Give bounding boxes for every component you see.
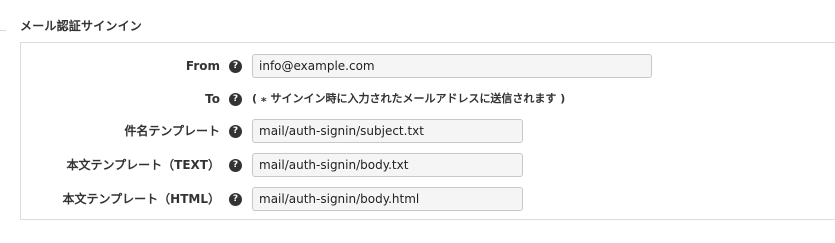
body-text-template-label: 本文テンプレート（TEXT） xyxy=(66,158,220,172)
help-icon[interactable]: ? xyxy=(229,93,242,106)
mail-settings-panel: From ? To ? ( ⁎ サインイン時に入力されたメールアドレスに送信され… xyxy=(20,42,835,220)
body-html-template-input[interactable] xyxy=(252,187,523,211)
help-icon[interactable]: ? xyxy=(229,159,242,172)
from-label: From xyxy=(185,59,220,73)
subject-template-row: 件名テンプレート ? xyxy=(21,119,835,143)
to-row: To ? ( ⁎ サインイン時に入力されたメールアドレスに送信されます ) xyxy=(21,87,835,111)
title-divider xyxy=(0,30,6,31)
help-icon[interactable]: ? xyxy=(229,60,242,73)
section-title: メール認証サインイン xyxy=(20,19,143,33)
body-text-template-input[interactable] xyxy=(252,153,523,177)
subject-template-label: 件名テンプレート xyxy=(124,124,220,138)
subject-template-input[interactable] xyxy=(252,119,523,143)
help-icon[interactable]: ? xyxy=(229,125,242,138)
to-label: To xyxy=(205,92,220,106)
to-note: ( ⁎ サインイン時に入力されたメールアドレスに送信されます ) xyxy=(252,92,566,105)
body-text-template-row: 本文テンプレート（TEXT） ? xyxy=(21,153,835,177)
from-row: From ? xyxy=(21,54,835,78)
from-email-input[interactable] xyxy=(252,54,652,78)
help-icon[interactable]: ? xyxy=(229,193,242,206)
body-html-template-row: 本文テンプレート（HTML） ? xyxy=(21,187,835,211)
body-html-template-label: 本文テンプレート（HTML） xyxy=(62,192,220,206)
